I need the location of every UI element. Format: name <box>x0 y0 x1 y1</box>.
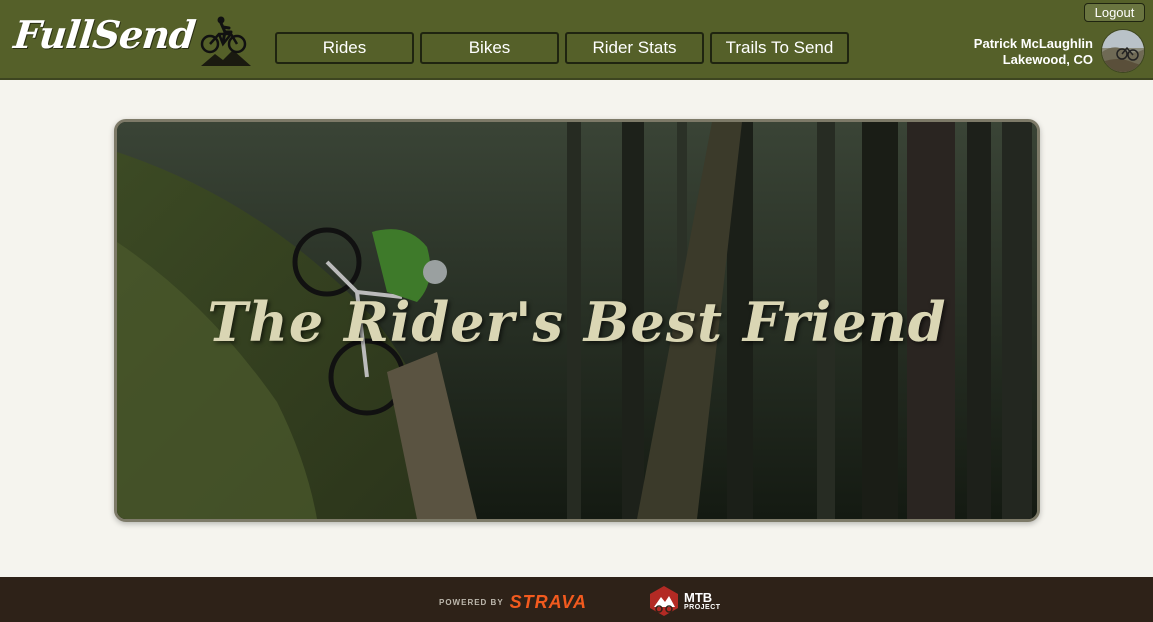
nav-rides-button[interactable]: Rides <box>275 32 414 64</box>
powered-by-strava[interactable]: POWERED BY STRAVA <box>439 592 587 613</box>
avatar-photo <box>1102 30 1144 72</box>
user-name: Patrick McLaughlin <box>973 36 1093 51</box>
nav-trails-to-send-button[interactable]: Trails To Send <box>710 32 849 64</box>
site-header: FullSend Rides Bikes Rider Stats Trails … <box>0 0 1153 80</box>
mtb-project-logo[interactable]: MTB PROJECT <box>648 585 721 617</box>
mountain-biker-icon <box>200 16 251 66</box>
mtb-project-text: MTB PROJECT <box>684 591 721 611</box>
user-info: Patrick McLaughlin Lakewood, CO <box>974 36 1093 68</box>
nav-rider-stats-button[interactable]: Rider Stats <box>565 32 704 64</box>
main-nav: Rides Bikes Rider Stats Trails To Send <box>275 32 849 64</box>
strava-logo: STRAVA <box>509 592 588 612</box>
logout-button[interactable]: Logout <box>1084 3 1145 22</box>
site-logo[interactable]: FullSend <box>11 12 255 72</box>
nav-bikes-button[interactable]: Bikes <box>420 32 559 64</box>
logo-text: FullSend <box>11 12 198 57</box>
mtb-project-icon <box>650 586 678 616</box>
hero-title: The Rider's Best Friend <box>207 290 947 354</box>
mtb-line2: PROJECT <box>684 604 721 611</box>
powered-by-label: POWERED BY <box>439 598 504 607</box>
user-location: Lakewood, CO <box>1002 52 1093 67</box>
hero-banner: The Rider's Best Friend <box>114 119 1040 522</box>
site-footer: POWERED BY STRAVA MTB PROJECT <box>0 577 1153 622</box>
avatar[interactable] <box>1101 29 1145 73</box>
mtb-line1: MTB <box>684 590 713 605</box>
